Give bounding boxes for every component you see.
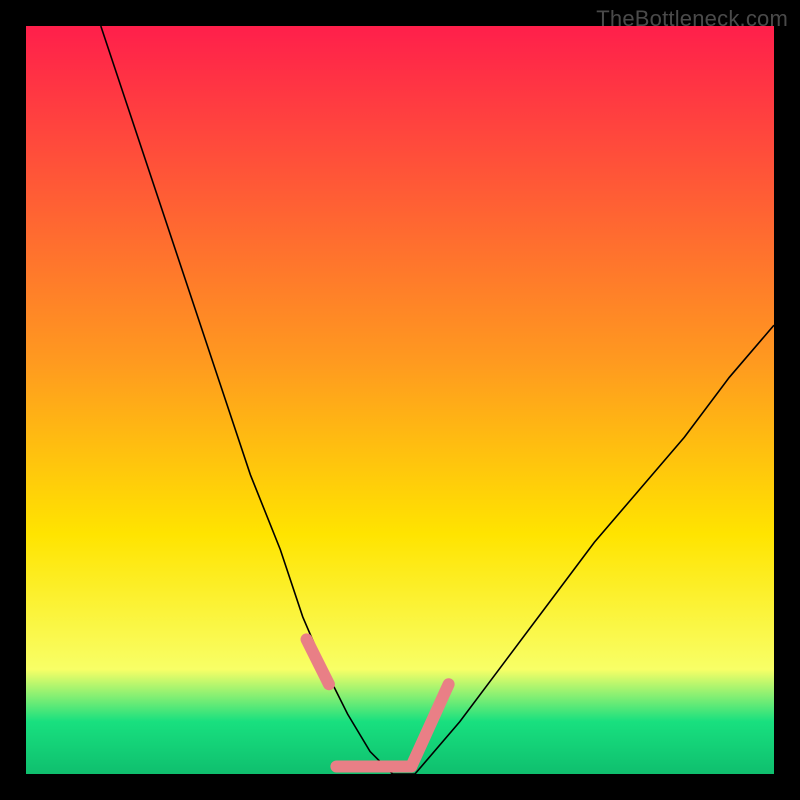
chart-frame: TheBottleneck.com [0, 0, 800, 800]
watermark-text: TheBottleneck.com [596, 6, 788, 32]
chart-svg [26, 26, 774, 774]
plot-area [26, 26, 774, 774]
